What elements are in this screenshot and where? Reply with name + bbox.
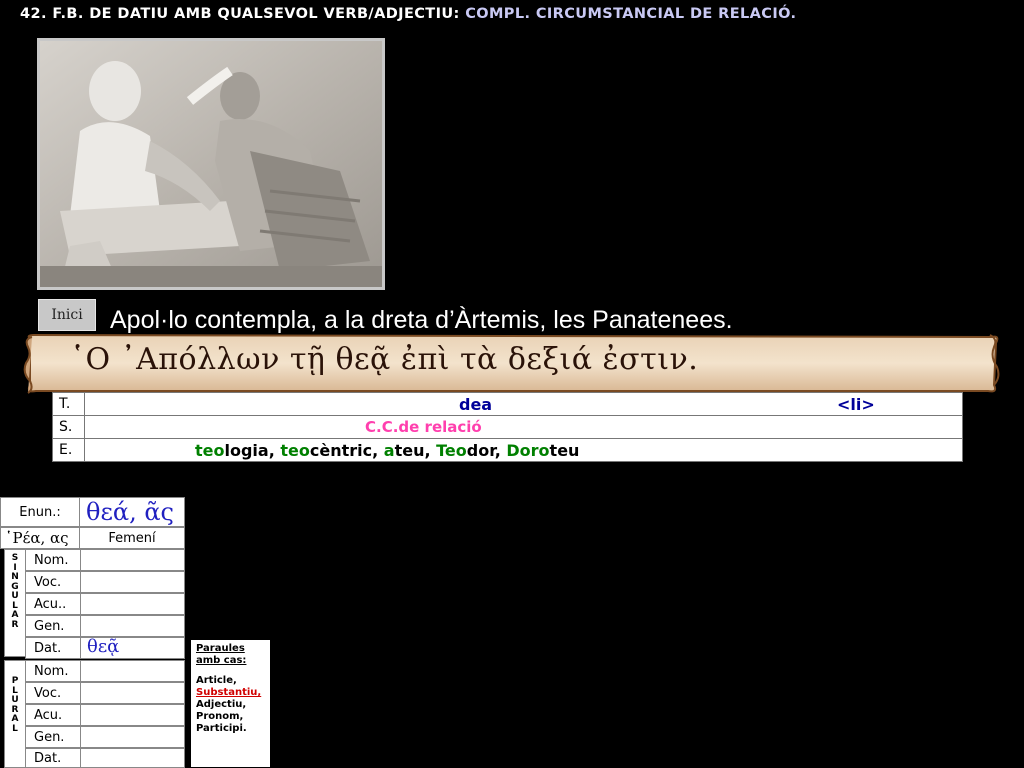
acu-pl-input[interactable] bbox=[80, 704, 185, 726]
nom-sg-input[interactable] bbox=[80, 549, 185, 571]
note-heading-1: Paraules bbox=[196, 643, 245, 654]
case-acu-sg: Acu.. bbox=[25, 593, 81, 615]
dat-sg-input[interactable]: θεᾷ bbox=[80, 637, 185, 659]
case-voc-sg: Voc. bbox=[25, 571, 81, 593]
case-dat-sg: Dat. bbox=[25, 637, 81, 659]
model-word: ῾Ρέα, ας bbox=[0, 527, 80, 549]
case-dat-pl: Dat. bbox=[25, 748, 81, 768]
syntax-cell: C.C.de relació bbox=[84, 415, 963, 439]
row-label-s: S. bbox=[52, 415, 85, 439]
page-title: 42. F.B. DE DATIU AMB QUALSEVOL VERB/ADJ… bbox=[20, 6, 796, 22]
nom-pl-input[interactable] bbox=[80, 660, 185, 682]
enun-value: θεά, ᾶς bbox=[79, 497, 185, 527]
table-row-s: S. C.C.de relació bbox=[52, 415, 963, 439]
row-label-t: T. bbox=[52, 392, 85, 416]
case-gen-sg: Gen. bbox=[25, 615, 81, 637]
note-item-pronom: Pronom, bbox=[196, 711, 244, 722]
table-row-t: T. dea <li> bbox=[52, 392, 963, 416]
gen-pl-input[interactable] bbox=[80, 726, 185, 748]
acu-sg-input[interactable] bbox=[80, 593, 185, 615]
catalan-sentence: Apol·lo contempla, a la dreta d’Àrtemis,… bbox=[110, 306, 733, 334]
translation-cell: dea <li> bbox=[84, 392, 963, 416]
case-nom-sg: Nom. bbox=[25, 549, 81, 571]
dat-pl-input[interactable] bbox=[80, 748, 185, 768]
etymology-words: teologia, teocèntric, ateu, Teodor, Doro… bbox=[195, 441, 580, 460]
voc-pl-input[interactable] bbox=[80, 682, 185, 704]
case-gen-pl: Gen. bbox=[25, 726, 81, 748]
gender-label: Femení bbox=[79, 527, 185, 549]
translation-word: dea bbox=[459, 395, 493, 414]
case-nom-pl: Nom. bbox=[25, 660, 81, 682]
note-item-participi: Participi. bbox=[196, 723, 247, 734]
note-item-substantiu: Substantiu, bbox=[196, 687, 262, 698]
relief-image bbox=[37, 38, 385, 290]
case-acu-pl: Acu. bbox=[25, 704, 81, 726]
row-label-e: E. bbox=[52, 438, 85, 462]
voc-sg-input[interactable] bbox=[80, 571, 185, 593]
case-voc-pl: Voc. bbox=[25, 682, 81, 704]
etymology-cell: teologia, teocèntric, ateu, Teodor, Doro… bbox=[84, 438, 963, 462]
plural-label: PLURAL bbox=[4, 660, 26, 768]
title-main: 42. F.B. DE DATIU AMB QUALSEVOL VERB/ADJ… bbox=[20, 6, 460, 22]
tse-table: T. dea <li> S. C.C.de relació E. teologi… bbox=[52, 392, 963, 462]
gen-sg-input[interactable] bbox=[80, 615, 185, 637]
greek-sentence: ῾Ο ᾿Απόλλων τῇ θεᾷ ἐπὶ τὰ δεξιά ἐστιν. bbox=[70, 342, 699, 377]
case-words-note: Paraules amb cas: Article, Substantiu, A… bbox=[191, 640, 270, 767]
note-item-article: Article, bbox=[196, 675, 237, 686]
note-item-adjectiu: Adjectiu, bbox=[196, 699, 247, 710]
syntax-function: C.C.de relació bbox=[365, 418, 482, 436]
translation-tag: <li> bbox=[837, 395, 875, 414]
enun-label: Enun.: bbox=[0, 497, 80, 527]
table-row-e: E. teologia, teocèntric, ateu, Teodor, D… bbox=[52, 438, 963, 462]
inici-button[interactable]: Inici bbox=[38, 299, 96, 331]
singular-label: SINGULAR bbox=[4, 549, 26, 657]
title-accent: COMPL. CIRCUMSTANCIAL DE RELACIÓ. bbox=[465, 6, 797, 22]
note-heading-2: amb cas: bbox=[196, 655, 247, 666]
